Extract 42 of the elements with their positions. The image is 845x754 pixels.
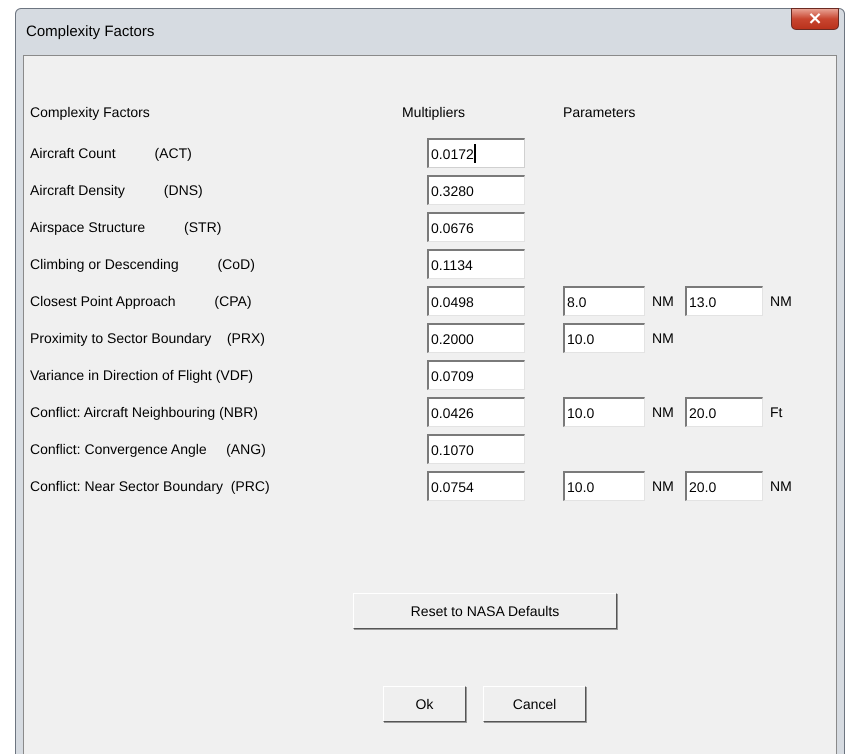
multiplier-field[interactable]: 0.1134 <box>427 249 525 279</box>
parameter-field[interactable]: 8.0 <box>563 286 645 316</box>
factor-label: Closest Point Approach (CPA) <box>30 293 252 309</box>
text-cursor <box>474 144 476 163</box>
unit-label: NM <box>769 478 793 494</box>
unit-label: NM <box>651 293 675 309</box>
parameter-field[interactable]: 10.0 <box>563 471 645 501</box>
factor-label: Conflict: Convergence Angle (ANG) <box>30 441 267 457</box>
unit-label: NM <box>769 293 793 309</box>
unit-label: NM <box>651 404 675 420</box>
parameter-field[interactable]: 10.0 <box>563 397 645 427</box>
factor-label: Airspace Structure (STR) <box>30 219 222 235</box>
factor-label: Variance in Direction of Flight (VDF) <box>30 367 254 383</box>
multiplier-field[interactable]: 0.0498 <box>427 286 525 316</box>
ok-button[interactable]: Ok <box>383 686 466 722</box>
multiplier-field[interactable]: 0.0754 <box>427 471 525 501</box>
window-title: Complexity Factors <box>26 22 154 40</box>
factor-label: Aircraft Count (ACT) <box>30 145 193 161</box>
parameter-field[interactable]: 20.0 <box>685 471 763 501</box>
multiplier-field[interactable]: 0.0676 <box>427 212 525 242</box>
multiplier-field[interactable]: 0.1070 <box>427 434 525 464</box>
column-header: Parameters <box>563 103 636 122</box>
factor-label: Aircraft Density (DNS) <box>30 182 204 198</box>
multiplier-field[interactable]: 0.0426 <box>427 397 525 427</box>
factor-label: Conflict: Aircraft Neighbouring (NBR) <box>30 404 259 420</box>
cancel-button[interactable]: Cancel <box>483 686 586 722</box>
unit-label: NM <box>651 330 675 346</box>
parameter-field[interactable]: 10.0 <box>563 323 645 353</box>
multiplier-field[interactable]: 0.0172 <box>427 138 525 168</box>
unit-label: NM <box>651 478 675 494</box>
close-button[interactable]: × <box>791 8 839 30</box>
multiplier-field[interactable]: 0.3280 <box>427 175 525 205</box>
multiplier-field[interactable]: 0.0709 <box>427 360 525 390</box>
factor-label: Climbing or Descending (CoD) <box>30 256 256 272</box>
unit-label: Ft <box>769 404 784 420</box>
column-header: Multipliers <box>402 103 466 122</box>
parameter-field[interactable]: 13.0 <box>685 286 763 316</box>
factor-label: Proximity to Sector Boundary (PRX) <box>30 330 266 346</box>
multiplier-field[interactable]: 0.2000 <box>427 323 525 353</box>
parameter-field[interactable]: 20.0 <box>685 397 763 427</box>
factor-label: Conflict: Near Sector Boundary (PRC) <box>30 478 271 494</box>
reset-defaults-button[interactable]: Reset to NASA Defaults <box>353 593 617 629</box>
